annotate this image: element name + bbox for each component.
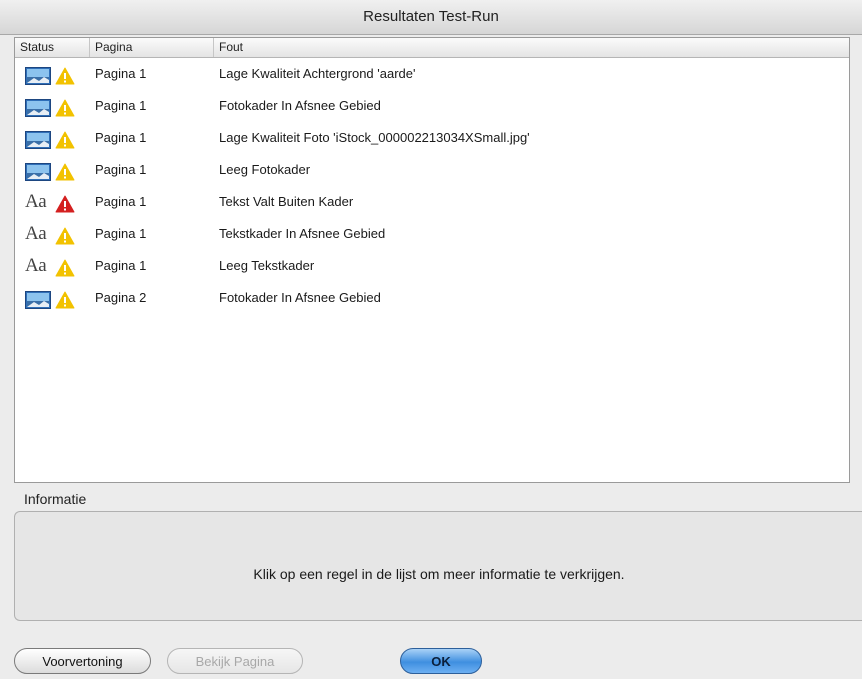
pagina-cell: Pagina 1 xyxy=(95,98,147,113)
pagina-cell: Pagina 1 xyxy=(95,226,147,241)
table-row[interactable]: Pagina 1 Leeg Fotokader xyxy=(15,154,849,186)
image-icon xyxy=(25,99,51,117)
fout-cell: Tekstkader In Afsnee Gebied xyxy=(219,226,386,241)
status-cell xyxy=(25,289,85,309)
fout-cell: Fotokader In Afsnee Gebied xyxy=(219,290,381,305)
status-cell: Aa xyxy=(25,255,85,277)
table-header: Status Pagina Fout xyxy=(15,38,849,58)
fout-cell: Leeg Tekstkader xyxy=(219,258,315,273)
warning-triangle-icon xyxy=(55,67,75,85)
status-cell xyxy=(25,65,85,85)
status-cell xyxy=(25,161,85,181)
table-row[interactable]: Pagina 1 Lage Kwaliteit Achtergrond 'aard… xyxy=(15,58,849,90)
warning-triangle-icon xyxy=(55,291,75,309)
image-icon xyxy=(25,131,51,149)
test-run-results-window: Resultaten Test-Run Status Pagina Fout P… xyxy=(0,0,862,679)
image-icon xyxy=(25,291,51,309)
text-frame-icon: Aa xyxy=(25,191,47,212)
warning-triangle-icon xyxy=(55,99,75,117)
pagina-cell: Pagina 1 xyxy=(95,130,147,145)
fout-cell: Lage Kwaliteit Achtergrond 'aarde' xyxy=(219,66,416,81)
pagina-cell: Pagina 2 xyxy=(95,290,147,305)
window-title: Resultaten Test-Run xyxy=(0,0,862,35)
table-row[interactable]: Pagina 1 Lage Kwaliteit Foto 'iStock_0000… xyxy=(15,122,849,154)
error-triangle-icon xyxy=(55,195,75,213)
ok-button[interactable]: OK xyxy=(400,648,482,674)
table-row[interactable]: Aa Pagina 1 Tekstkader In Afsnee Gebied xyxy=(15,218,849,250)
warning-triangle-icon xyxy=(55,163,75,181)
column-header-fout[interactable]: Fout xyxy=(214,38,849,57)
info-message: Klik op een regel in de lijst om meer in… xyxy=(253,566,625,582)
status-cell: Aa xyxy=(25,223,85,245)
info-section-label: Informatie xyxy=(24,491,87,507)
warning-triangle-icon xyxy=(55,227,75,245)
column-header-status[interactable]: Status xyxy=(15,38,90,57)
view-page-button[interactable]: Bekijk Pagina xyxy=(167,648,303,674)
text-frame-icon: Aa xyxy=(25,223,47,244)
table-body: Pagina 1 Lage Kwaliteit Achtergrond 'aard… xyxy=(15,58,849,314)
fout-cell: Tekst Valt Buiten Kader xyxy=(219,194,354,209)
table-row[interactable]: Pagina 1 Fotokader In Afsnee Gebied xyxy=(15,90,849,122)
fout-cell: Leeg Fotokader xyxy=(219,162,311,177)
preview-button[interactable]: Voorvertoning xyxy=(14,648,151,674)
pagina-cell: Pagina 1 xyxy=(95,66,147,81)
info-panel: Klik op een regel in de lijst om meer in… xyxy=(14,511,862,621)
table-row[interactable]: Aa Pagina 1 Leeg Tekstkader xyxy=(15,250,849,282)
text-frame-icon: Aa xyxy=(25,255,47,276)
table-row[interactable]: Aa Pagina 1 Tekst Valt Buiten Kader xyxy=(15,186,849,218)
image-icon xyxy=(25,67,51,85)
results-table[interactable]: Status Pagina Fout Pagina 1 Lage Kwalitei… xyxy=(14,37,850,483)
warning-triangle-icon xyxy=(55,131,75,149)
pagina-cell: Pagina 1 xyxy=(95,258,147,273)
status-cell xyxy=(25,97,85,117)
pagina-cell: Pagina 1 xyxy=(95,162,147,177)
column-header-pagina[interactable]: Pagina xyxy=(90,38,214,57)
status-cell: Aa xyxy=(25,191,85,213)
warning-triangle-icon xyxy=(55,259,75,277)
fout-cell: Fotokader In Afsnee Gebied xyxy=(219,98,381,113)
fout-cell: Lage Kwaliteit Foto 'iStock_000002213034… xyxy=(219,130,530,145)
image-icon xyxy=(25,163,51,181)
table-row[interactable]: Pagina 2 Fotokader In Afsnee Gebied xyxy=(15,282,849,314)
pagina-cell: Pagina 1 xyxy=(95,194,147,209)
status-cell xyxy=(25,129,85,149)
